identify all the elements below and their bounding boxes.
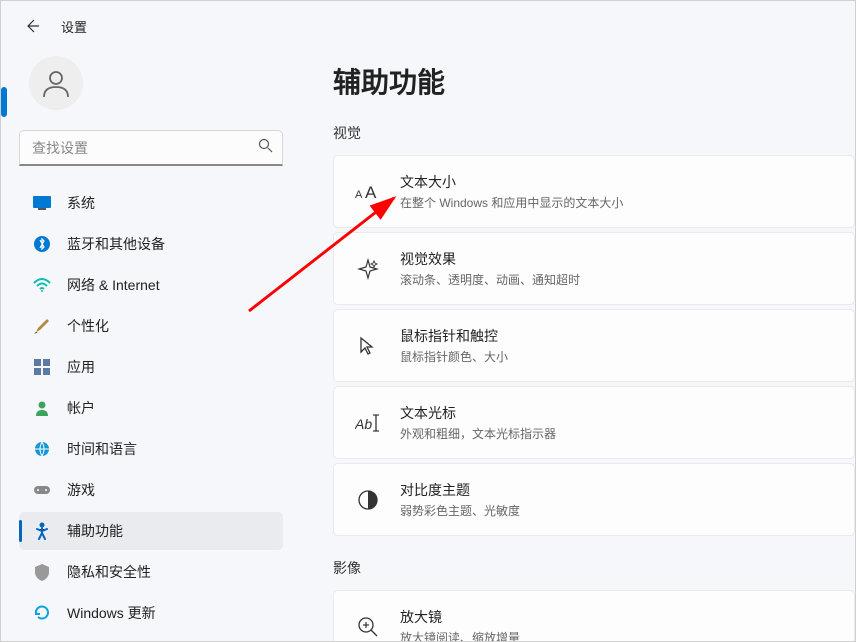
magnifier-icon — [354, 613, 382, 641]
setting-desc: 鼠标指针颜色、大小 — [400, 348, 508, 365]
imaging-settings-list: 放大镜 放大镜阅读、缩放增量 — [333, 590, 855, 641]
sidebar: 系统 蓝牙和其他设备 网络 & Internet — [1, 51, 301, 641]
svg-text:A: A — [355, 189, 363, 201]
person-icon — [40, 67, 72, 99]
contrast-icon — [354, 486, 382, 514]
setting-desc: 在整个 Windows 和应用中显示的文本大小 — [400, 194, 623, 211]
setting-desc: 放大镜阅读、缩放增量 — [400, 629, 520, 641]
svg-text:Ab: Ab — [355, 416, 372, 432]
brush-icon — [33, 317, 51, 335]
nav-item-gaming[interactable]: 游戏 — [19, 471, 283, 509]
setting-title: 文本大小 — [400, 172, 623, 192]
nav-label: 游戏 — [67, 480, 95, 500]
setting-desc: 滚动条、透明度、动画、通知超时 — [400, 271, 580, 288]
nav-label: Windows 更新 — [67, 603, 156, 623]
nav-label: 蓝牙和其他设备 — [67, 234, 165, 254]
search-input[interactable] — [19, 130, 283, 166]
setting-title: 对比度主题 — [400, 480, 520, 500]
page-title: 辅助功能 — [333, 61, 855, 101]
app-title: 设置 — [61, 17, 87, 36]
titlebar: 设置 — [1, 1, 855, 51]
nav-label: 系统 — [67, 193, 95, 213]
wifi-icon — [33, 276, 51, 294]
text-cursor-icon: Ab — [354, 409, 382, 437]
section-imaging: 影像 — [333, 558, 855, 578]
svg-text:A: A — [365, 183, 377, 202]
nav-item-accessibility[interactable]: 辅助功能 — [19, 512, 283, 550]
nav-item-bluetooth[interactable]: 蓝牙和其他设备 — [19, 225, 283, 263]
cursor-icon — [354, 332, 382, 360]
nav-label: 时间和语言 — [67, 439, 137, 459]
monitor-icon — [33, 194, 51, 212]
apps-icon — [33, 358, 51, 376]
setting-text-size[interactable]: AA 文本大小 在整个 Windows 和应用中显示的文本大小 — [333, 155, 855, 228]
setting-title: 鼠标指针和触控 — [400, 326, 508, 346]
globe-icon — [33, 440, 51, 458]
nav-item-apps[interactable]: 应用 — [19, 348, 283, 386]
search-box — [19, 130, 283, 166]
setting-title: 文本光标 — [400, 403, 556, 423]
visual-settings-list: AA 文本大小 在整个 Windows 和应用中显示的文本大小 视觉效果 滚动条… — [333, 155, 855, 536]
nav-label: 应用 — [67, 357, 95, 377]
nav-item-network[interactable]: 网络 & Internet — [19, 266, 283, 304]
accessibility-icon — [33, 522, 51, 540]
avatar — [29, 56, 83, 110]
update-icon — [33, 604, 51, 622]
sparkle-icon — [354, 255, 382, 283]
nav-label: 帐户 — [67, 398, 95, 418]
window-active-strip — [1, 87, 7, 117]
search-icon — [258, 138, 273, 158]
arrow-left-icon — [24, 18, 40, 34]
gamepad-icon — [33, 481, 51, 499]
setting-visual-effects[interactable]: 视觉效果 滚动条、透明度、动画、通知超时 — [333, 232, 855, 305]
shield-icon — [33, 563, 51, 581]
nav-item-windows-update[interactable]: Windows 更新 — [19, 594, 283, 632]
account-icon — [33, 399, 51, 417]
setting-magnifier[interactable]: 放大镜 放大镜阅读、缩放增量 — [333, 590, 855, 641]
nav-label: 网络 & Internet — [67, 275, 160, 295]
nav-label: 辅助功能 — [67, 521, 123, 541]
nav-list: 系统 蓝牙和其他设备 网络 & Internet — [19, 184, 283, 632]
setting-title: 视觉效果 — [400, 249, 580, 269]
back-button[interactable] — [21, 15, 43, 37]
setting-contrast-themes[interactable]: 对比度主题 弱势彩色主题、光敏度 — [333, 463, 855, 536]
text-size-icon: AA — [354, 178, 382, 206]
setting-desc: 外观和粗细，文本光标指示器 — [400, 425, 556, 442]
setting-text-cursor[interactable]: Ab 文本光标 外观和粗细，文本光标指示器 — [333, 386, 855, 459]
nav-item-personalization[interactable]: 个性化 — [19, 307, 283, 345]
nav-item-system[interactable]: 系统 — [19, 184, 283, 222]
section-visual: 视觉 — [333, 123, 855, 143]
bluetooth-icon — [33, 235, 51, 253]
nav-item-accounts[interactable]: 帐户 — [19, 389, 283, 427]
nav-item-time-language[interactable]: 时间和语言 — [19, 430, 283, 468]
setting-desc: 弱势彩色主题、光敏度 — [400, 502, 520, 519]
setting-title: 放大镜 — [400, 607, 520, 627]
nav-label: 隐私和安全性 — [67, 562, 151, 582]
nav-label: 个性化 — [67, 316, 109, 336]
account-area[interactable] — [19, 51, 283, 130]
nav-item-privacy[interactable]: 隐私和安全性 — [19, 553, 283, 591]
main-panel: 辅助功能 视觉 AA 文本大小 在整个 Windows 和应用中显示的文本大小 — [301, 51, 855, 641]
setting-mouse-pointer[interactable]: 鼠标指针和触控 鼠标指针颜色、大小 — [333, 309, 855, 382]
